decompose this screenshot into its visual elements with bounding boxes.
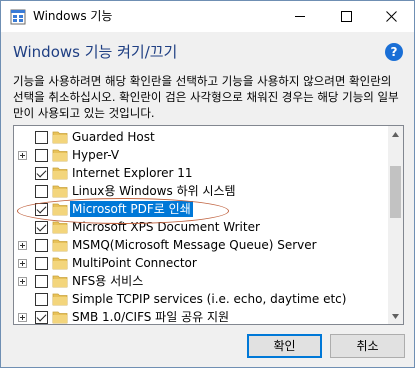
feature-label: Internet Explorer 11 xyxy=(72,166,193,180)
feature-row[interactable]: Linux용 Windows 하위 시스템 xyxy=(14,182,388,200)
chevron-down-icon xyxy=(392,313,399,319)
feature-checkbox[interactable] xyxy=(35,131,48,144)
folder-icon xyxy=(52,185,68,198)
expand-icon[interactable] xyxy=(18,277,27,286)
chevron-up-icon xyxy=(392,131,399,137)
feature-label: Microsoft PDF로 인쇄 xyxy=(70,201,193,217)
close-button[interactable] xyxy=(368,1,414,32)
ok-button[interactable]: 확인 xyxy=(247,334,322,358)
feature-checkbox[interactable] xyxy=(35,185,48,198)
feature-label: Microsoft XPS Document Writer xyxy=(72,220,260,234)
feature-label: NFS용 서비스 xyxy=(72,274,144,288)
help-icon[interactable]: ? xyxy=(385,43,403,61)
folder-icon xyxy=(52,239,68,252)
feature-row[interactable]: Internet Explorer 11 xyxy=(14,164,388,182)
feature-label: Linux용 Windows 하위 시스템 xyxy=(72,184,236,198)
feature-label: Hyper-V xyxy=(72,148,120,162)
feature-checkbox[interactable] xyxy=(35,203,48,216)
scroll-up-button[interactable] xyxy=(388,126,403,142)
feature-checkbox[interactable] xyxy=(35,221,48,234)
close-icon xyxy=(385,11,397,22)
features-tree[interactable]: Guarded Host Hyper-V Internet Explorer 11 L… xyxy=(13,125,404,325)
description-text: 기능을 사용하려면 해당 확인란을 선택하고 기능을 사용하지 않으려면 확인란… xyxy=(13,74,399,120)
title-bar[interactable]: Windows 기능 xyxy=(1,1,414,32)
maximize-icon xyxy=(340,11,352,22)
feature-checkbox[interactable] xyxy=(35,311,48,324)
feature-row[interactable]: SMB 1.0/CIFS 파일 공유 지원 xyxy=(14,308,388,324)
windows-features-dialog: Windows 기능 Windows 기능 켜기/끄기 ? 기능을 사용하려면 … xyxy=(0,0,415,368)
feature-checkbox[interactable] xyxy=(35,275,48,288)
folder-icon xyxy=(52,221,68,234)
folder-icon xyxy=(52,311,68,324)
folder-icon xyxy=(52,131,68,144)
expand-icon[interactable] xyxy=(18,259,27,268)
scroll-thumb[interactable] xyxy=(390,166,401,218)
feature-row[interactable]: Microsoft PDF로 인쇄 xyxy=(14,200,388,218)
feature-row[interactable]: Hyper-V xyxy=(14,146,388,164)
feature-row[interactable]: MultiPoint Connector xyxy=(14,254,388,272)
vertical-scrollbar[interactable] xyxy=(388,126,403,324)
folder-icon xyxy=(52,275,68,288)
feature-label: MultiPoint Connector xyxy=(72,256,197,270)
feature-checkbox[interactable] xyxy=(35,167,48,180)
feature-row[interactable]: MSMQ(Microsoft Message Queue) Server xyxy=(14,236,388,254)
app-icon xyxy=(10,9,26,25)
feature-checkbox[interactable] xyxy=(35,293,48,306)
page-title: Windows 기능 켜기/끄기 xyxy=(13,43,178,61)
feature-label: SMB 1.0/CIFS 파일 공유 지원 xyxy=(72,310,230,324)
folder-icon xyxy=(52,257,68,270)
feature-row[interactable]: Guarded Host xyxy=(14,128,388,146)
feature-row[interactable]: NFS용 서비스 xyxy=(14,272,388,290)
maximize-button[interactable] xyxy=(323,1,369,32)
feature-checkbox[interactable] xyxy=(35,257,48,270)
minimize-icon xyxy=(294,16,305,17)
feature-row[interactable]: Simple TCPIP services (i.e. echo, daytim… xyxy=(14,290,388,308)
cancel-button[interactable]: 취소 xyxy=(330,334,405,358)
window-title: Windows 기능 xyxy=(33,9,113,23)
feature-label: Guarded Host xyxy=(72,130,155,144)
folder-icon xyxy=(52,293,68,306)
feature-checkbox[interactable] xyxy=(35,149,48,162)
expand-icon[interactable] xyxy=(18,241,27,250)
feature-checkbox[interactable] xyxy=(35,239,48,252)
minimize-button[interactable] xyxy=(277,1,323,32)
expand-icon[interactable] xyxy=(18,313,27,322)
feature-label: MSMQ(Microsoft Message Queue) Server xyxy=(72,238,317,252)
scroll-down-button[interactable] xyxy=(388,308,403,324)
folder-icon xyxy=(52,167,68,180)
expand-icon[interactable] xyxy=(18,151,27,160)
feature-row[interactable]: Microsoft XPS Document Writer xyxy=(14,218,388,236)
feature-label: Simple TCPIP services (i.e. echo, daytim… xyxy=(72,292,347,306)
folder-icon xyxy=(52,203,68,216)
folder-icon xyxy=(52,149,68,162)
